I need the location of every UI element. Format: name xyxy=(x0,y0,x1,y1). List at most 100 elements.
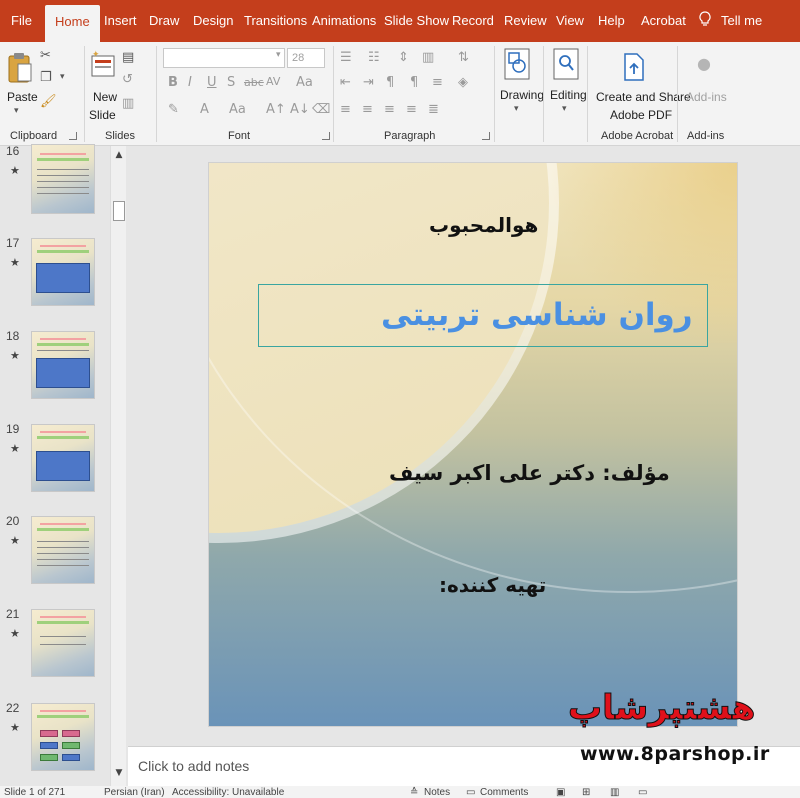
tell-me-search[interactable]: Tell me xyxy=(721,13,762,28)
title-placeholder[interactable]: روان شناسی تربیتی xyxy=(258,284,708,347)
tab-review[interactable]: Review xyxy=(504,13,547,28)
notes-toggle-icon[interactable]: ≙ xyxy=(410,787,418,798)
decrease-font-icon[interactable]: A↓ xyxy=(290,102,310,117)
comments-icon[interactable]: ▭ xyxy=(466,787,475,798)
scroll-up-icon[interactable]: ▲ xyxy=(113,150,125,164)
create-share-pdf-line2[interactable]: Adobe PDF xyxy=(610,108,672,122)
slide-thumbnail-21[interactable] xyxy=(31,609,95,677)
bullets-icon[interactable]: ☰ xyxy=(340,50,352,65)
paste-label[interactable]: Paste xyxy=(7,90,38,104)
copy-icon[interactable]: ❐ xyxy=(40,70,52,85)
slide-compiler-text[interactable]: تهیه کننده: xyxy=(439,573,546,597)
increase-font-icon[interactable]: A↑ xyxy=(266,102,286,117)
scroll-down-icon[interactable]: ▼ xyxy=(113,768,125,782)
editing-search-icon[interactable] xyxy=(553,48,579,80)
paragraph-launcher-icon[interactable] xyxy=(482,132,490,140)
tab-view[interactable]: View xyxy=(556,13,584,28)
smartart-icon[interactable]: ◈ xyxy=(458,75,468,90)
numbering-icon[interactable]: ☷ xyxy=(368,50,380,65)
slide-title[interactable]: روان شناسی تربیتی xyxy=(381,297,693,333)
italic-icon[interactable]: I xyxy=(188,75,192,90)
normal-view-icon[interactable]: ▣ xyxy=(556,787,565,798)
slide-thumbnail-18[interactable] xyxy=(31,331,95,399)
tab-draw[interactable]: Draw xyxy=(149,13,179,28)
scrollbar-thumb[interactable] xyxy=(113,201,125,221)
text-direction-icon[interactable]: ⇅ xyxy=(458,50,469,65)
align-left-icon[interactable]: ≡ xyxy=(340,102,351,117)
ltr-icon[interactable]: ¶ xyxy=(386,75,394,90)
editing-button-label[interactable]: Editing xyxy=(550,88,587,102)
slideshow-view-icon[interactable]: ▭ xyxy=(638,787,647,798)
notes-toggle-button[interactable]: Notes xyxy=(424,787,450,798)
distributed-icon[interactable]: ≣ xyxy=(428,102,439,117)
tab-transitions[interactable]: Transitions xyxy=(244,13,307,28)
bold-icon[interactable]: B xyxy=(168,75,178,90)
align-center-icon[interactable]: ≡ xyxy=(362,102,373,117)
decrease-indent-icon[interactable]: ⇤ xyxy=(340,75,351,90)
new-slide-label-1[interactable]: New xyxy=(93,90,117,104)
tab-slide-show[interactable]: Slide Show xyxy=(384,13,449,28)
paste-dropdown-chevron-icon[interactable]: ▾ xyxy=(14,106,19,116)
tab-home[interactable]: Home xyxy=(45,5,100,42)
line-spacing-icon[interactable]: ⇕ xyxy=(398,50,409,65)
reading-view-icon[interactable]: ▥ xyxy=(610,787,619,798)
accessibility-indicator[interactable]: Accessibility: Unavailable xyxy=(172,787,284,798)
language-indicator[interactable]: Persian (Iran) xyxy=(104,787,165,798)
slide-sorter-icon[interactable]: ⊞ xyxy=(582,787,590,798)
drawing-button-label[interactable]: Drawing xyxy=(500,88,544,102)
clear-formatting-icon[interactable]: ⌫ xyxy=(312,102,330,117)
align-right-icon[interactable]: ≡ xyxy=(384,102,395,117)
character-spacing-icon[interactable]: AV xyxy=(266,75,280,88)
slide-thumbnail-16[interactable] xyxy=(31,144,95,214)
drawing-chevron-icon[interactable]: ▾ xyxy=(514,104,519,114)
underline-icon[interactable]: U xyxy=(207,75,217,90)
new-slide-label-2[interactable]: Slide xyxy=(89,108,116,122)
slide-thumbnail-19[interactable] xyxy=(31,424,95,492)
paste-icon[interactable] xyxy=(7,50,33,84)
slide-author-text[interactable]: مؤلف: دکتر علی اکبر سیف xyxy=(389,461,670,485)
columns-icon[interactable]: ▥ xyxy=(422,50,434,65)
layout-icon[interactable]: ▤ xyxy=(122,50,134,65)
add-ins-icon[interactable]: ● xyxy=(697,54,711,73)
rtl-icon[interactable]: ¶ xyxy=(410,75,418,90)
slide-thumbnail-22[interactable] xyxy=(31,703,95,771)
reset-icon[interactable]: ↺ xyxy=(122,72,133,87)
tab-animations[interactable]: Animations xyxy=(312,13,376,28)
cut-icon[interactable]: ✂ xyxy=(40,48,51,63)
tab-file[interactable]: File xyxy=(11,13,32,28)
tab-record[interactable]: Record xyxy=(452,13,494,28)
slide-header-text[interactable]: هوالمحبوب xyxy=(429,213,538,237)
create-pdf-icon[interactable] xyxy=(622,52,646,82)
font-family-select[interactable] xyxy=(163,48,285,68)
change-case-icon[interactable]: Aa xyxy=(296,75,313,90)
comments-button[interactable]: Comments xyxy=(480,787,528,798)
font-launcher-icon[interactable] xyxy=(322,132,330,140)
copy-dropdown-chevron-icon[interactable]: ▾ xyxy=(60,72,65,82)
format-painter-icon[interactable]: 🖌 xyxy=(40,94,57,109)
notes-placeholder[interactable]: Click to add notes xyxy=(138,758,249,774)
tab-design[interactable]: Design xyxy=(193,13,233,28)
strikethrough-icon[interactable]: abc xyxy=(244,76,264,89)
justify-icon[interactable]: ≡ xyxy=(406,102,417,117)
tab-insert[interactable]: Insert xyxy=(104,13,137,28)
font-family-chevron-icon[interactable]: ▾ xyxy=(276,50,281,60)
current-slide[interactable]: هوالمحبوب روان شناسی تربیتی مؤلف: دکتر ع… xyxy=(208,162,738,727)
tab-acrobat[interactable]: Acrobat xyxy=(641,13,686,28)
text-case-icon[interactable]: Aa xyxy=(229,102,246,117)
thumbnail-scrollbar[interactable]: ▲ ▼ xyxy=(110,146,126,786)
new-slide-icon[interactable]: ✦ xyxy=(90,50,116,80)
font-size-select[interactable]: 28 xyxy=(287,48,325,68)
section-icon[interactable]: ▥ xyxy=(122,96,134,111)
clipboard-launcher-icon[interactable] xyxy=(69,132,77,140)
highlight-icon[interactable]: ✎ xyxy=(168,102,179,117)
slide-thumbnail-20[interactable] xyxy=(31,516,95,584)
increase-indent-icon[interactable]: ⇥ xyxy=(363,75,374,90)
shadow-icon[interactable]: S xyxy=(227,75,235,90)
add-ins-button-label[interactable]: Add-ins xyxy=(686,90,727,104)
tab-help[interactable]: Help xyxy=(598,13,625,28)
editing-chevron-icon[interactable]: ▾ xyxy=(562,104,567,114)
font-color-icon[interactable]: A xyxy=(200,102,209,117)
slide-thumbnail-17[interactable] xyxy=(31,238,95,306)
drawing-icon[interactable] xyxy=(504,48,530,80)
align-text-icon[interactable]: ≡ xyxy=(432,75,443,90)
